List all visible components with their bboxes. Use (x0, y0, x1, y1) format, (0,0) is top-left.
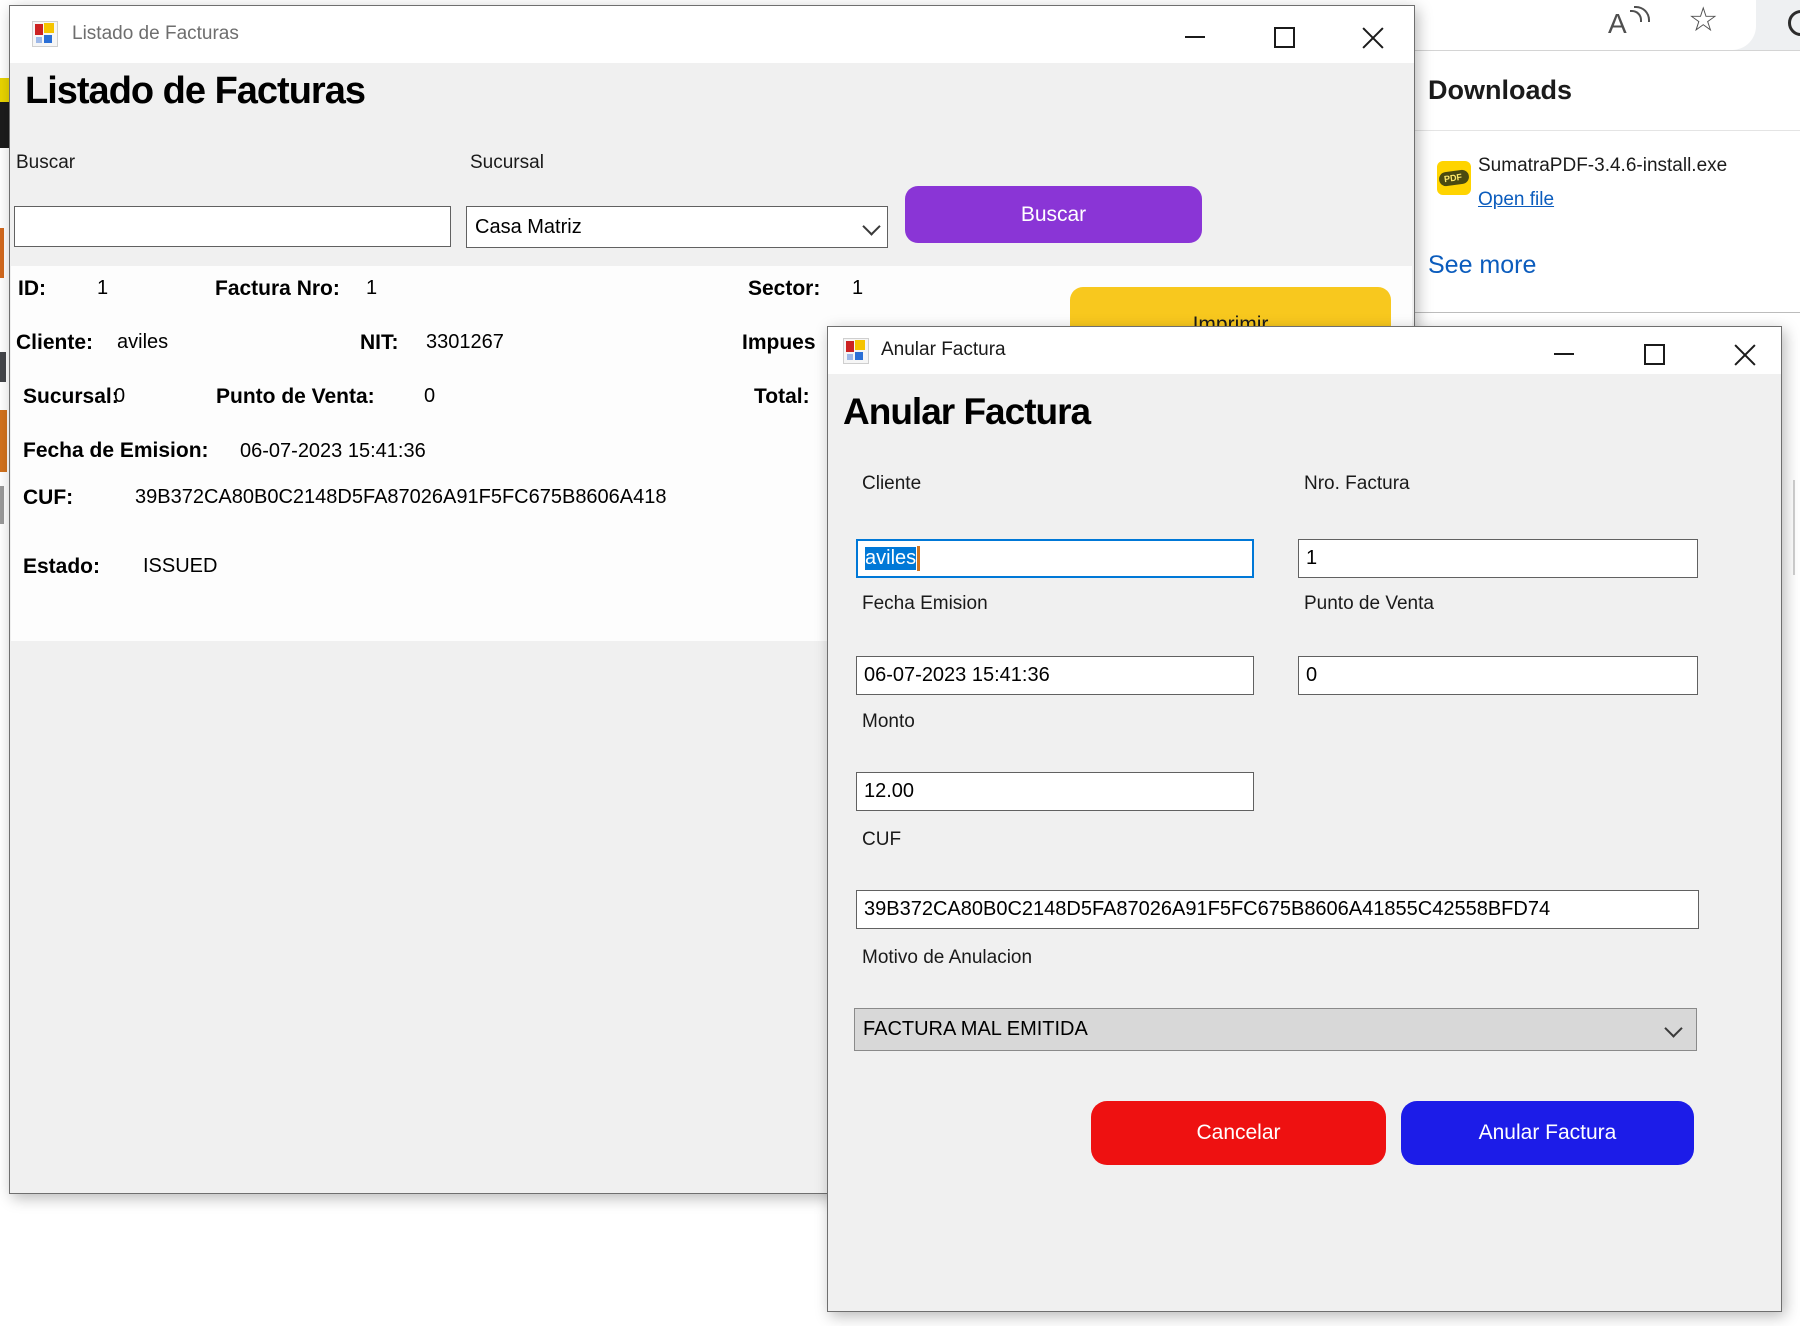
close-icon[interactable] (1362, 25, 1384, 47)
desktop-fragment-gray (0, 486, 4, 524)
sucursal-select[interactable]: Casa Matriz (466, 206, 888, 248)
dlg-monto-input[interactable]: 12.00 (856, 772, 1254, 811)
minimize-icon[interactable] (1185, 36, 1205, 38)
desktop-fragment-dark-2 (0, 352, 6, 382)
browser-toolbar (1414, 0, 1800, 51)
app-window-icon (32, 21, 58, 47)
buscar-button[interactable]: Buscar (905, 186, 1202, 243)
anular-heading: Anular Factura (843, 391, 1090, 433)
downloads-divider (1415, 130, 1800, 131)
open-file-link[interactable]: Open file (1478, 189, 1554, 211)
download-item[interactable]: PDF SumatraPDF-3.4.6-install.exe Open fi… (1415, 147, 1800, 227)
dlg-cliente-label: Cliente (862, 473, 921, 495)
pdf-file-icon: PDF (1437, 161, 1471, 195)
browser-edge-line (1793, 480, 1795, 575)
desktop-fragment-yellow (0, 78, 9, 104)
search-input[interactable] (22, 215, 443, 238)
motivo-chevron-down-icon (1664, 1019, 1682, 1037)
dlg-cuf-input[interactable]: 39B372CA80B0C2148D5FA87026A91F5FC675B860… (856, 890, 1699, 929)
dlg-punto-value: 0 (1306, 664, 1317, 687)
dialog-maximize-icon[interactable] (1644, 344, 1665, 365)
dlg-monto-label: Monto (862, 711, 915, 733)
text-caret (917, 546, 920, 571)
dlg-fecha-label: Fecha Emision (862, 593, 988, 615)
dlg-cuf-value: 39B372CA80B0C2148D5FA87026A91F5FC675B860… (864, 898, 1550, 921)
dlg-fecha-value: 06-07-2023 15:41:36 (864, 664, 1050, 687)
dlg-cliente-input[interactable]: aviles (856, 539, 1254, 578)
dialog-close-icon[interactable] (1734, 342, 1756, 364)
dlg-cliente-selected-text: aviles (865, 547, 916, 570)
downloads-title: Downloads (1428, 75, 1572, 106)
see-more-link[interactable]: See more (1428, 251, 1536, 280)
dlg-motivo-label: Motivo de Anulacion (862, 947, 1032, 969)
read-aloud-icon[interactable]: A (1608, 6, 1652, 44)
dlg-fecha-input[interactable]: 06-07-2023 15:41:36 (856, 656, 1254, 695)
desktop-fragment-dark (0, 102, 9, 148)
dlg-nro-factura-input[interactable]: 1 (1298, 539, 1698, 578)
downloads-flyout: Downloads PDF SumatraPDF-3.4.6-install.e… (1414, 51, 1800, 313)
dlg-monto-value: 12.00 (864, 780, 914, 803)
dlg-punto-input[interactable]: 0 (1298, 656, 1698, 695)
listado-titlebar[interactable]: Listado de Facturas (10, 6, 1414, 63)
anular-dialog: Anular Factura Anular Factura Cliente Nr… (827, 326, 1782, 1312)
dlg-motivo-value: FACTURA MAL EMITIDA (863, 1018, 1088, 1041)
listado-window-title: Listado de Facturas (72, 23, 239, 45)
desktop-fragment-orange-1 (0, 228, 4, 278)
download-filename: SumatraPDF-3.4.6-install.exe (1478, 155, 1727, 177)
dlg-punto-label: Punto de Venta (1304, 593, 1434, 615)
anular-factura-button[interactable]: Anular Factura (1401, 1101, 1694, 1165)
screenshot-root: { "browser": { "toolbar": { "read_aloud_… (0, 0, 1800, 1326)
search-input-box (14, 206, 451, 247)
dlg-cuf-label: CUF (862, 829, 901, 851)
sucursal-select-value: Casa Matriz (475, 216, 582, 239)
anular-titlebar[interactable]: Anular Factura (828, 327, 1781, 374)
dlg-nro-factura-label: Nro. Factura (1304, 473, 1410, 495)
desktop-fragment-orange-2 (0, 410, 7, 472)
maximize-icon[interactable] (1274, 27, 1295, 48)
favorites-star-icon[interactable]: ☆ (1688, 0, 1718, 40)
chevron-down-icon (862, 217, 880, 235)
dialog-window-icon (843, 338, 869, 364)
read-aloud-wave-2 (1634, 6, 1650, 22)
dlg-motivo-select[interactable]: FACTURA MAL EMITIDA (854, 1008, 1697, 1051)
anular-dialog-title: Anular Factura (881, 339, 1006, 361)
dlg-nro-factura-value: 1 (1306, 547, 1317, 570)
dialog-minimize-icon[interactable] (1554, 353, 1574, 355)
read-aloud-letter: A (1608, 8, 1627, 40)
cancelar-button[interactable]: Cancelar (1091, 1101, 1386, 1165)
